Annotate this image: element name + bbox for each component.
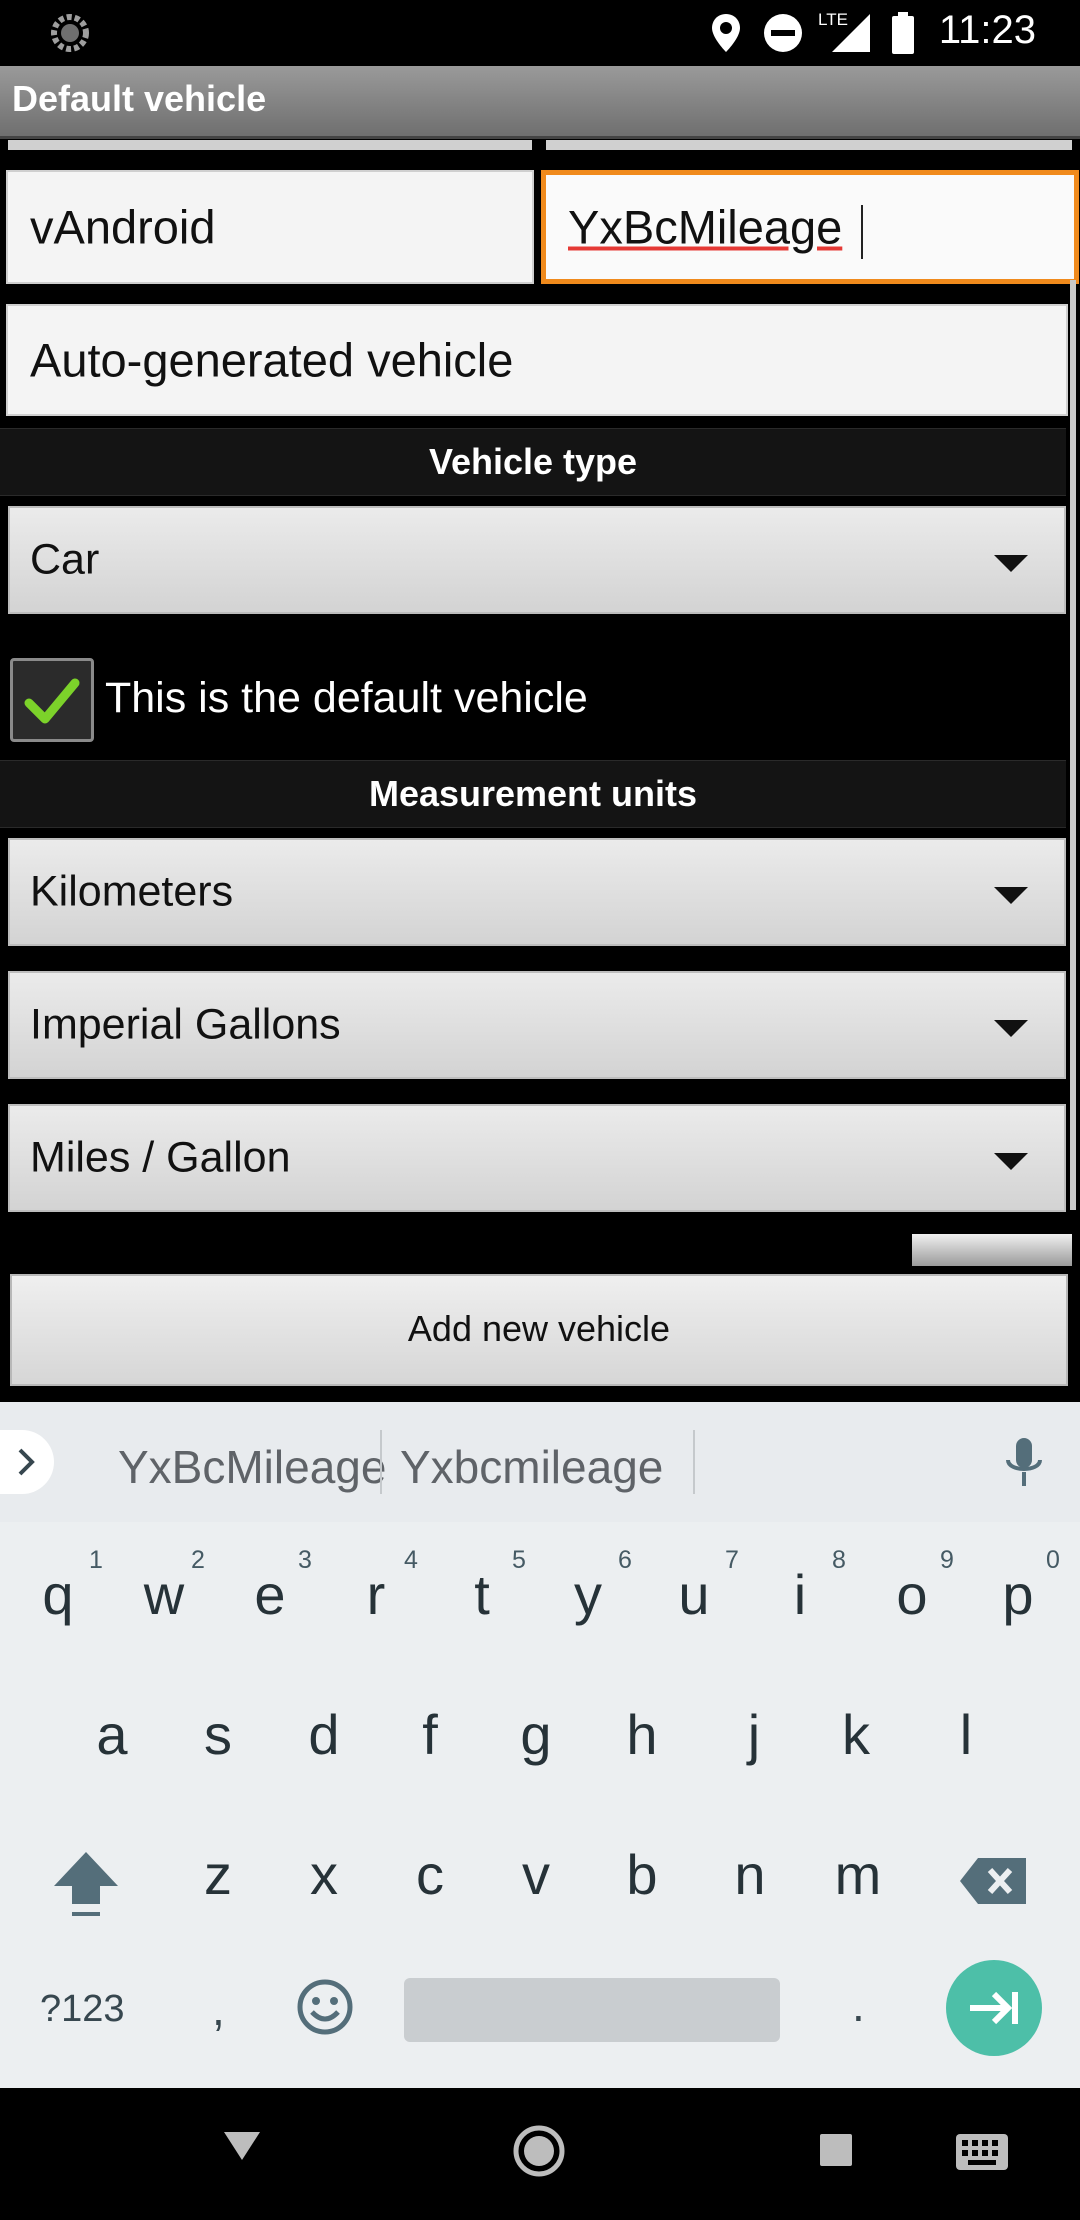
key-j[interactable]: j bbox=[704, 1702, 804, 1767]
suggestion-2[interactable]: Yxbcmileage bbox=[400, 1440, 663, 1494]
microphone-icon[interactable] bbox=[1004, 1438, 1044, 1490]
vehicle-type-selected: Car bbox=[30, 535, 100, 584]
key-hint: 3 bbox=[298, 1546, 312, 1574]
key-hint: 5 bbox=[512, 1546, 526, 1574]
keyboard-row-1: q w e r t y u i o p 1 2 3 4 5 6 7 8 9 0 bbox=[0, 1522, 1080, 1662]
keyboard-row-3: z x c v b n m bbox=[0, 1802, 1080, 1942]
period-key[interactable]: . bbox=[852, 1978, 865, 2032]
dropdown-arrow-icon bbox=[994, 887, 1028, 904]
shift-icon[interactable] bbox=[52, 1848, 120, 1920]
key-x[interactable]: x bbox=[274, 1842, 374, 1907]
page-title: Default vehicle bbox=[12, 78, 267, 119]
recents-icon[interactable] bbox=[818, 2132, 854, 2168]
dropdown-arrow-icon bbox=[994, 555, 1028, 572]
partial-button[interactable] bbox=[912, 1234, 1072, 1266]
default-vehicle-label: This is the default vehicle bbox=[105, 674, 588, 722]
enter-button[interactable] bbox=[946, 1960, 1042, 2056]
scrollbar[interactable] bbox=[1070, 280, 1076, 1210]
scrolled-field-edge bbox=[8, 140, 532, 150]
key-g[interactable]: g bbox=[486, 1702, 586, 1767]
vehicle-description-value: Auto-generated vehicle bbox=[30, 333, 514, 387]
scrolled-field-edge bbox=[546, 140, 1072, 150]
symbols-key[interactable]: ?123 bbox=[40, 1988, 125, 2031]
key-b[interactable]: b bbox=[592, 1842, 692, 1907]
key-z[interactable]: z bbox=[168, 1842, 268, 1907]
emoji-icon[interactable] bbox=[296, 1978, 354, 2036]
key-h[interactable]: h bbox=[592, 1702, 692, 1767]
backspace-icon[interactable] bbox=[958, 1856, 1028, 1906]
keyboard-row-2: a s d f g h j k l bbox=[0, 1662, 1080, 1802]
vehicle-name-value: vAndroid bbox=[30, 200, 216, 254]
distance-unit-selected: Kilometers bbox=[30, 867, 234, 916]
status-bar: LTE 11:23 bbox=[0, 0, 1080, 66]
space-bar[interactable] bbox=[404, 1978, 780, 2042]
key-v[interactable]: v bbox=[486, 1842, 586, 1907]
key-hint: 6 bbox=[618, 1546, 632, 1574]
vehicle-make-value: YxBcMileage bbox=[568, 200, 843, 254]
key-hint: 9 bbox=[940, 1546, 954, 1574]
clock: 11:23 bbox=[938, 8, 1036, 52]
key-n[interactable]: n bbox=[700, 1842, 800, 1907]
signal-icon bbox=[832, 14, 870, 52]
volume-unit-dropdown[interactable]: Imperial Gallons bbox=[8, 971, 1066, 1079]
key-hint: 1 bbox=[89, 1546, 103, 1574]
key-hint: 0 bbox=[1046, 1546, 1060, 1574]
key-d[interactable]: d bbox=[274, 1702, 374, 1767]
dropdown-arrow-icon bbox=[994, 1153, 1028, 1170]
suggestion-1[interactable]: YxBcMileage bbox=[118, 1440, 386, 1494]
key-c[interactable]: c bbox=[380, 1842, 480, 1907]
dropdown-arrow-icon bbox=[994, 1020, 1028, 1037]
vehicle-make-input[interactable]: YxBcMileage bbox=[541, 170, 1079, 284]
app-bar: Default vehicle bbox=[0, 66, 1080, 139]
back-icon[interactable] bbox=[222, 2128, 262, 2164]
volume-unit-selected: Imperial Gallons bbox=[30, 1000, 341, 1049]
vehicle-type-header: Vehicle type bbox=[0, 428, 1066, 496]
measurement-units-header: Measurement units bbox=[0, 760, 1066, 828]
text-cursor bbox=[861, 205, 863, 259]
default-vehicle-checkbox[interactable] bbox=[10, 658, 94, 742]
key-hint: 2 bbox=[191, 1546, 205, 1574]
key-hint: 7 bbox=[725, 1546, 739, 1574]
divider bbox=[380, 1430, 382, 1494]
keyboard-row-4: ?123 , . bbox=[0, 1942, 1080, 2088]
key-s[interactable]: s bbox=[168, 1702, 268, 1767]
chevron-right-icon bbox=[18, 1448, 35, 1476]
add-vehicle-button[interactable]: Add new vehicle bbox=[10, 1274, 1068, 1386]
key-l[interactable]: l bbox=[916, 1702, 1016, 1767]
next-icon bbox=[970, 1991, 1018, 2025]
comma-key[interactable]: , bbox=[212, 1982, 225, 2036]
vehicle-description-input[interactable]: Auto-generated vehicle bbox=[6, 304, 1068, 416]
sync-icon bbox=[51, 14, 89, 52]
home-icon[interactable] bbox=[512, 2124, 566, 2178]
divider bbox=[693, 1430, 695, 1494]
key-m[interactable]: m bbox=[808, 1842, 908, 1907]
do-not-disturb-icon bbox=[764, 14, 802, 52]
vehicle-type-dropdown[interactable]: Car bbox=[8, 506, 1066, 614]
battery-icon bbox=[892, 12, 914, 54]
expand-toolbar-button[interactable] bbox=[0, 1430, 54, 1494]
key-hint: 4 bbox=[404, 1546, 418, 1574]
location-icon bbox=[712, 14, 740, 52]
navigation-bar bbox=[0, 2088, 1080, 2220]
distance-unit-dropdown[interactable]: Kilometers bbox=[8, 838, 1066, 946]
key-f[interactable]: f bbox=[380, 1702, 480, 1767]
key-a[interactable]: a bbox=[62, 1702, 162, 1767]
checkmark-icon bbox=[24, 678, 80, 724]
key-hint: 8 bbox=[832, 1546, 846, 1574]
suggestion-strip: YxBcMileage Yxbcmileage bbox=[0, 1402, 1080, 1522]
keyboard-switch-icon[interactable] bbox=[954, 2132, 1010, 2172]
key-k[interactable]: k bbox=[806, 1702, 906, 1767]
economy-unit-dropdown[interactable]: Miles / Gallon bbox=[8, 1104, 1066, 1212]
economy-unit-selected: Miles / Gallon bbox=[30, 1133, 291, 1182]
vehicle-name-input[interactable]: vAndroid bbox=[6, 170, 534, 284]
